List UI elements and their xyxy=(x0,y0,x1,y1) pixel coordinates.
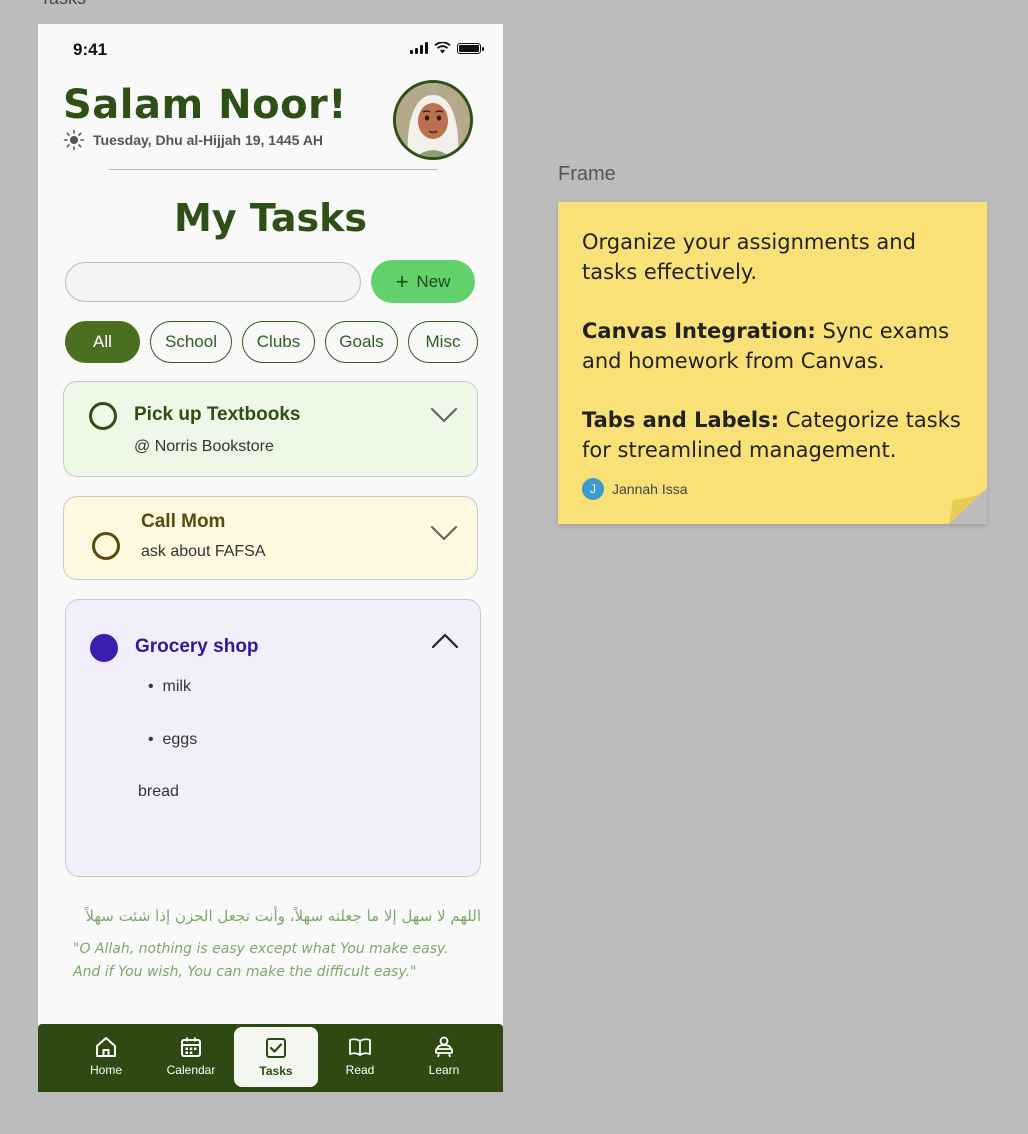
new-task-button[interactable]: + New xyxy=(371,260,475,303)
dua-arabic: اللهم لا سهل إلا ما جعلته سهلاً، وأنت تج… xyxy=(85,907,481,925)
avatar[interactable] xyxy=(393,80,473,160)
status-time: 9:41 xyxy=(73,40,108,59)
header-divider xyxy=(108,169,438,170)
battery-icon xyxy=(457,42,484,54)
nav-tasks[interactable]: Tasks xyxy=(234,1027,318,1087)
nav-label: Tasks xyxy=(259,1064,293,1078)
task-title: Grocery shop xyxy=(135,636,259,657)
author-avatar: J xyxy=(582,478,604,500)
nav-home[interactable]: Home xyxy=(64,1024,148,1087)
task-title: Call Mom xyxy=(141,511,226,532)
plus-icon: + xyxy=(395,268,409,294)
chevron-down-icon[interactable] xyxy=(430,406,458,424)
status-bar: 9:41 xyxy=(38,38,503,62)
filter-chip-misc[interactable]: Misc xyxy=(408,321,478,363)
chevron-up-icon[interactable] xyxy=(431,632,459,650)
nav-label: Learn xyxy=(428,1062,460,1077)
nav-label: Home xyxy=(89,1062,122,1077)
sticky-feature-1: Canvas Integration: Sync exams and homew… xyxy=(582,316,972,376)
list-item-text: eggs xyxy=(162,731,198,748)
sticky-feature-2-title: Tabs and Labels: xyxy=(582,408,780,432)
task-checkbox[interactable] xyxy=(89,402,117,430)
page-title: My Tasks xyxy=(174,196,367,240)
task-checkbox[interactable] xyxy=(92,532,120,560)
nav-learn[interactable]: Learn xyxy=(402,1024,486,1087)
filter-tabs: All School Clubs Goals Misc xyxy=(65,321,478,363)
greeting-heading: Salam Noor! xyxy=(63,82,348,128)
sticky-feature-1-title: Canvas Integration: xyxy=(582,319,816,343)
sticky-fold-corner xyxy=(949,488,987,524)
task-card-textbooks[interactable]: Pick up Textbooks @ Norris Bookstore xyxy=(63,381,478,477)
author-name: Jannah Issa xyxy=(612,481,688,497)
task-subtitle: ask about FAFSA xyxy=(141,543,266,560)
date-row: Tuesday, Dhu al-Hijjah 19, 1445 AH xyxy=(63,129,323,151)
bottom-nav: Home Calendar Tasks Read Learn xyxy=(38,1024,503,1092)
nav-read[interactable]: Read xyxy=(318,1024,402,1087)
home-icon xyxy=(96,1036,116,1057)
sticky-author: J Jannah Issa xyxy=(582,478,688,500)
checkbox-icon xyxy=(266,1038,286,1058)
sticky-note[interactable]: Organize your assignments and tasks effe… xyxy=(558,202,987,524)
sun-icon xyxy=(63,129,85,151)
status-icons xyxy=(410,42,484,54)
nav-label: Read xyxy=(345,1062,375,1077)
avatar-illustration xyxy=(396,83,470,157)
nav-calendar[interactable]: Calendar xyxy=(149,1024,233,1087)
filter-chip-clubs[interactable]: Clubs xyxy=(242,321,315,363)
list-item: • eggs xyxy=(148,731,198,748)
book-icon xyxy=(349,1037,371,1056)
list-item: • milk xyxy=(148,678,191,695)
nav-label: Calendar xyxy=(166,1062,216,1077)
signal-icon xyxy=(410,42,428,54)
learner-icon xyxy=(435,1036,453,1057)
task-subtitle: @ Norris Bookstore xyxy=(134,438,274,455)
date-text: Tuesday, Dhu al-Hijjah 19, 1445 AH xyxy=(93,132,324,148)
sticky-feature-2: Tabs and Labels: Categorize tasks for st… xyxy=(582,405,972,465)
task-title: Pick up Textbooks xyxy=(134,404,301,425)
task-checkbox[interactable] xyxy=(90,634,118,662)
task-card-grocery[interactable]: Grocery shop • milk • eggs bread xyxy=(65,599,481,877)
wifi-icon xyxy=(434,42,451,54)
frame-label-tasks: Tasks xyxy=(40,0,86,9)
filter-chip-goals[interactable]: Goals xyxy=(325,321,398,363)
list-item-text: milk xyxy=(162,678,191,695)
sticky-note-text: Organize your assignments and tasks effe… xyxy=(582,227,972,494)
new-button-label: New xyxy=(416,271,451,291)
phone-frame: 9:41 Salam Noor! Tuesday, Dhu al-Hijjah xyxy=(38,24,503,1092)
dua-translation: "O Allah, nothing is easy except what Yo… xyxy=(73,941,449,980)
task-card-call-mom[interactable]: Call Mom ask about FAFSA xyxy=(63,496,478,580)
filter-chip-school[interactable]: School xyxy=(150,321,232,363)
sticky-intro: Organize your assignments and tasks effe… xyxy=(582,230,916,284)
search-input[interactable] xyxy=(65,262,361,302)
filter-chip-all[interactable]: All xyxy=(65,321,140,363)
chevron-down-icon[interactable] xyxy=(430,524,458,542)
calendar-icon xyxy=(181,1037,201,1057)
task-note: bread xyxy=(138,783,179,800)
frame-label: Frame xyxy=(558,163,616,185)
